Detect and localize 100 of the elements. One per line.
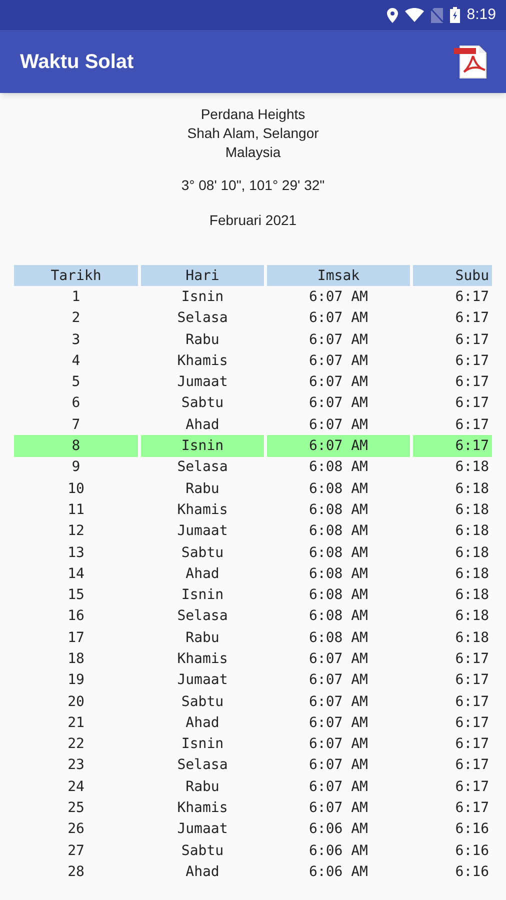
table-cell-text: Selasa (176, 309, 229, 328)
table-cell-text: 12 (66, 522, 86, 542)
table-cell-text: 6:17 (454, 714, 490, 733)
table-cell-text: Sabtu (180, 394, 225, 414)
table-cell-text: 19 (66, 671, 86, 690)
table-cell-text: 1 (70, 288, 82, 307)
table-cell-text: 27 (66, 842, 86, 861)
table-cell-text: 6:18 (454, 586, 490, 606)
table-cell-text: 6:18 (454, 480, 490, 499)
table-cell-text: 7 (70, 416, 82, 435)
table-cell-text: 20 (66, 692, 86, 712)
table-cell-text: 23 (66, 756, 86, 776)
table-cell-text: Khamis (176, 650, 229, 669)
table-cell-text: 6 (70, 394, 82, 414)
table-cell-text: 21 (66, 714, 86, 733)
table-cell-text: 6:08 AM (308, 564, 369, 584)
table-cell-text: 6:17 (454, 778, 490, 797)
table-cell-text: 6:17 (454, 735, 490, 754)
table-cell-text: 6:18 (454, 564, 490, 584)
table-cell-text: 6:18 (454, 458, 490, 478)
table-cell-text: Ahad (184, 714, 220, 733)
table-cell-text: 6:17 (454, 309, 490, 328)
table-cell-text: 6:07 AM (308, 650, 369, 669)
table-cell-text: 16 (66, 607, 86, 626)
address-line: Malaysia (225, 143, 281, 162)
column-header: Subu (413, 265, 492, 286)
table-cell-text: 6:07 AM (308, 735, 369, 754)
column-header: Tarikh (14, 265, 138, 286)
app-title: Waktu Solat (20, 50, 134, 74)
table-cell-text: 6:07 AM (308, 756, 369, 776)
table-cell: 6:17 (413, 435, 492, 457)
wifi-icon (404, 8, 424, 22)
table-cell-text: Ahad (184, 564, 220, 584)
table-cell: Isnin (141, 435, 264, 457)
table-cell-text: 6:17 (454, 352, 490, 371)
table-cell-text: Ahad (184, 862, 220, 882)
table-cell-text: 6:06 AM (308, 862, 369, 882)
table-cell-text: 6:07 AM (308, 799, 369, 818)
table-cell-text: 10 (66, 480, 86, 499)
table-cell-text: 24 (66, 778, 86, 797)
table-cell-text: 22 (66, 735, 86, 754)
table-cell-text: Jumaat (176, 522, 229, 542)
table-cell-text: Khamis (176, 500, 229, 520)
table-cell-text: 6:07 AM (308, 373, 369, 392)
table-cell-text: 6:18 (454, 522, 490, 542)
table-cell-text: 6:08 AM (308, 522, 369, 542)
table-cell-text: 6:17 (454, 799, 490, 818)
table-cell-text: 6:07 AM (308, 714, 369, 733)
table-cell-text: 25 (66, 799, 86, 818)
table-cell-text: 6:17 (454, 373, 490, 392)
table-cell-text: 6:18 (454, 500, 490, 520)
address-line: Perdana Heights (200, 105, 306, 124)
table-cell-text: Jumaat (176, 373, 229, 392)
table-cell-text: 6:08 AM (308, 628, 369, 648)
table-cell-text: 6:17 (454, 756, 490, 776)
table-cell-text: 6:17 (454, 671, 490, 690)
table-cell-text: Selasa (176, 756, 229, 776)
table-cell-text: 6:17 (454, 330, 490, 350)
table-cell-text: Jumaat (176, 820, 229, 840)
table-cell-text: Rabu (184, 778, 220, 797)
table-cell-text: 6:18 (454, 607, 490, 626)
table-cell: 6:07 AM (267, 435, 410, 457)
column-header: Hari (141, 265, 264, 286)
table-cell-text: 6:06 AM (308, 820, 369, 840)
table-cell-text: Isnin (180, 288, 225, 307)
table-cell-text: 6:07 AM (308, 330, 369, 350)
no-sim-icon (430, 8, 443, 22)
table-cell-text: 6:08 AM (308, 607, 369, 626)
table-cell-text: 6:07 AM (308, 416, 369, 435)
table-cell-text: 6:07 AM (308, 692, 369, 712)
table-cell-text: 6:07 AM (308, 394, 369, 414)
table-cell: 8 (14, 435, 138, 457)
table-cell-text: 6:17 (454, 692, 490, 712)
table-cell-text: 6:08 AM (308, 458, 369, 478)
table-cell-text: 15 (66, 586, 86, 606)
table-cell-text: 17 (66, 628, 86, 648)
table-cell-text: Selasa (176, 458, 229, 478)
table-cell-text: 6:08 AM (308, 586, 369, 606)
address-line: Shah Alam, Selangor (187, 124, 319, 143)
table-cell-text: 14 (66, 564, 86, 584)
table-cell-text: Rabu (184, 628, 220, 648)
table-cell-text: 6:08 AM (308, 500, 369, 520)
table-cell-text: 9 (70, 458, 82, 478)
table-cell-text: 6:16 (454, 862, 490, 882)
table-cell-text: Sabtu (180, 544, 225, 562)
location-icon (386, 8, 398, 22)
battery-charging-icon (450, 7, 460, 23)
table-cell-text: 11 (66, 500, 86, 520)
table-cell-text: 28 (66, 862, 86, 882)
table-cell-text: 18 (66, 650, 86, 669)
table-cell-text: 3 (70, 330, 82, 350)
coordinates-text: 3° 08' 10", 101° 29' 32" (181, 176, 325, 195)
table-cell-text: 2 (70, 309, 82, 328)
table-cell-text: 6:07 AM (308, 671, 369, 690)
month-text: Februari 2021 (209, 211, 297, 230)
table-cell-text: 6:18 (454, 544, 490, 562)
table-cell-text: 6:07 AM (308, 309, 369, 328)
table-cell-text: Selasa (176, 607, 229, 626)
table-cell-text: Khamis (176, 352, 229, 371)
table-cell-text: 6:16 (454, 820, 490, 840)
